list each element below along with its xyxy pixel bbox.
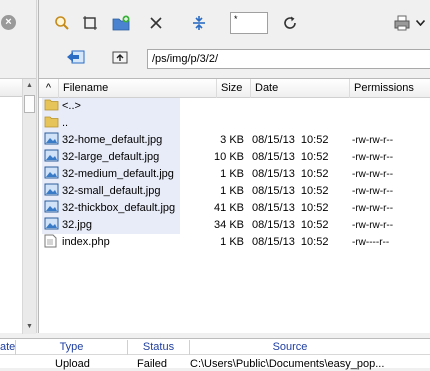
file-permissions: -rw-rw-r--: [352, 152, 394, 163]
folder-icon: [44, 98, 60, 115]
left-scrollbar[interactable]: ▲ ▼: [22, 79, 36, 334]
filter-input[interactable]: *: [230, 12, 268, 34]
image-file-icon: [44, 200, 60, 217]
folder-icon: [44, 115, 60, 132]
file-size: 41 KB: [214, 202, 244, 214]
file-size: 1 KB: [220, 185, 244, 197]
image-file-icon: [44, 183, 60, 200]
image-file-icon: [44, 217, 60, 234]
left-file-panel: × ▲ ▼: [0, 0, 37, 334]
file-size: 3 KB: [220, 134, 244, 146]
select-frame-icon[interactable]: [79, 12, 101, 34]
file-date: 08/15/13 10:52: [252, 134, 329, 146]
queue-column-status[interactable]: Status: [128, 340, 190, 355]
file-row[interactable]: 32-home_default.jpg 3 KB 08/15/13 10:52 -rw…: [39, 132, 430, 149]
file-permissions: -rw-rw-r--: [352, 135, 394, 146]
file-name: index.php: [62, 236, 110, 248]
column-header-filename[interactable]: Filename: [59, 79, 217, 98]
image-file-icon: [44, 149, 60, 166]
file-permissions: -rw-rw-r--: [352, 186, 394, 197]
file-size: 1 KB: [220, 168, 244, 180]
queue-row-source: C:\Users\Public\Documents\easy_pop...: [190, 358, 385, 370]
file-name: 32-home_default.jpg: [62, 134, 163, 146]
file-rows: <..>.. 32-home_default.jpg 3 KB 08/15/13 10…: [39, 98, 430, 251]
php-file-icon: [44, 234, 60, 251]
file-row[interactable]: index.php 1 KB 08/15/13 10:52 -rw----r--: [39, 234, 430, 251]
file-permissions: -rw-rw-r--: [352, 203, 394, 214]
queue-row-status: Failed: [137, 358, 167, 370]
file-row[interactable]: 32-medium_default.jpg 1 KB 08/15/13 10:52 -…: [39, 166, 430, 183]
queue-row-type: Upload: [55, 358, 90, 370]
left-file-list[interactable]: ▲ ▼: [0, 78, 36, 334]
scroll-up-arrow-icon[interactable]: ▲: [23, 79, 36, 93]
printer-icon[interactable]: [391, 12, 415, 34]
file-row[interactable]: 32.jpg 34 KB 08/15/13 10:52 -rw-rw-r--: [39, 217, 430, 234]
file-row[interactable]: 32-thickbox_default.jpg 41 KB 08/15/13 10:…: [39, 200, 430, 217]
file-size: [189, 115, 244, 132]
file-date: 08/15/13 10:52: [252, 236, 329, 248]
file-date: 08/15/13 10:52: [252, 219, 329, 231]
right-file-panel: * /ps/img/p/3/2/ ^ Filename Size Date Pe…: [38, 0, 430, 333]
file-permissions: -rw-rw-r--: [352, 220, 394, 231]
file-row[interactable]: 32-small_default.jpg 1 KB 08/15/13 10:52 -r…: [39, 183, 430, 200]
scroll-down-arrow-icon[interactable]: ▼: [23, 320, 36, 334]
file-size: [189, 98, 244, 115]
toolbar: *: [39, 8, 430, 36]
file-name: 32-medium_default.jpg: [62, 168, 174, 180]
transfer-queue: ate Type Status Source Upload Failed C:\…: [0, 338, 430, 371]
image-file-icon: [44, 166, 60, 183]
file-name: 32-large_default.jpg: [62, 151, 160, 163]
file-row[interactable]: <..>: [39, 98, 430, 115]
queue-header: ate Type Status Source: [0, 340, 430, 355]
back-arrow-icon[interactable]: [65, 46, 87, 68]
column-header-date[interactable]: Date: [251, 79, 350, 98]
filter-split-icon[interactable]: [188, 12, 210, 34]
file-name: <..>: [62, 100, 81, 112]
file-list[interactable]: ^ Filename Size Date Permissions <..>.. 3…: [39, 78, 430, 333]
queue-column-source[interactable]: Source: [190, 340, 390, 355]
file-row[interactable]: 32-large_default.jpg 10 KB 08/15/13 10:52 -…: [39, 149, 430, 166]
parent-folder-icon[interactable]: [109, 46, 131, 68]
new-folder-icon[interactable]: [110, 12, 132, 34]
close-panel-icon[interactable]: ×: [1, 15, 16, 30]
refresh-icon[interactable]: [279, 12, 301, 34]
delete-icon[interactable]: [145, 12, 167, 34]
queue-column-type[interactable]: Type: [16, 340, 128, 355]
path-input[interactable]: /ps/img/p/3/2/: [147, 49, 430, 69]
queue-column-date[interactable]: ate: [0, 340, 16, 355]
file-name: 32-small_default.jpg: [62, 185, 161, 197]
file-size: 10 KB: [214, 151, 244, 163]
file-name: 32-thickbox_default.jpg: [62, 202, 176, 214]
file-permissions: -rw-rw-r--: [352, 169, 394, 180]
file-row[interactable]: ..: [39, 115, 430, 132]
search-icon[interactable]: [51, 12, 73, 34]
file-date: 08/15/13 10:52: [252, 168, 329, 180]
column-header-permissions[interactable]: Permissions: [350, 79, 430, 98]
file-permissions: -rw----r--: [352, 237, 390, 248]
path-bar: /ps/img/p/3/2/: [39, 44, 430, 70]
file-size: 1 KB: [220, 236, 244, 248]
file-date: 08/15/13 10:52: [252, 202, 329, 214]
file-name: 32.jpg: [62, 219, 92, 231]
chevron-down-icon[interactable]: [413, 12, 427, 34]
file-size: 34 KB: [214, 219, 244, 231]
file-name: ..: [62, 117, 69, 129]
scroll-thumb[interactable]: [24, 95, 35, 113]
image-file-icon: [44, 132, 60, 149]
file-list-header: ^ Filename Size Date Permissions: [39, 79, 430, 98]
column-header-size[interactable]: Size: [217, 79, 251, 98]
file-date: 08/15/13 10:52: [252, 185, 329, 197]
sort-indicator[interactable]: ^: [39, 79, 59, 98]
file-date: 08/15/13 10:52: [252, 151, 329, 163]
queue-row[interactable]: Upload Failed C:\Users\Public\Documents\…: [0, 357, 430, 371]
